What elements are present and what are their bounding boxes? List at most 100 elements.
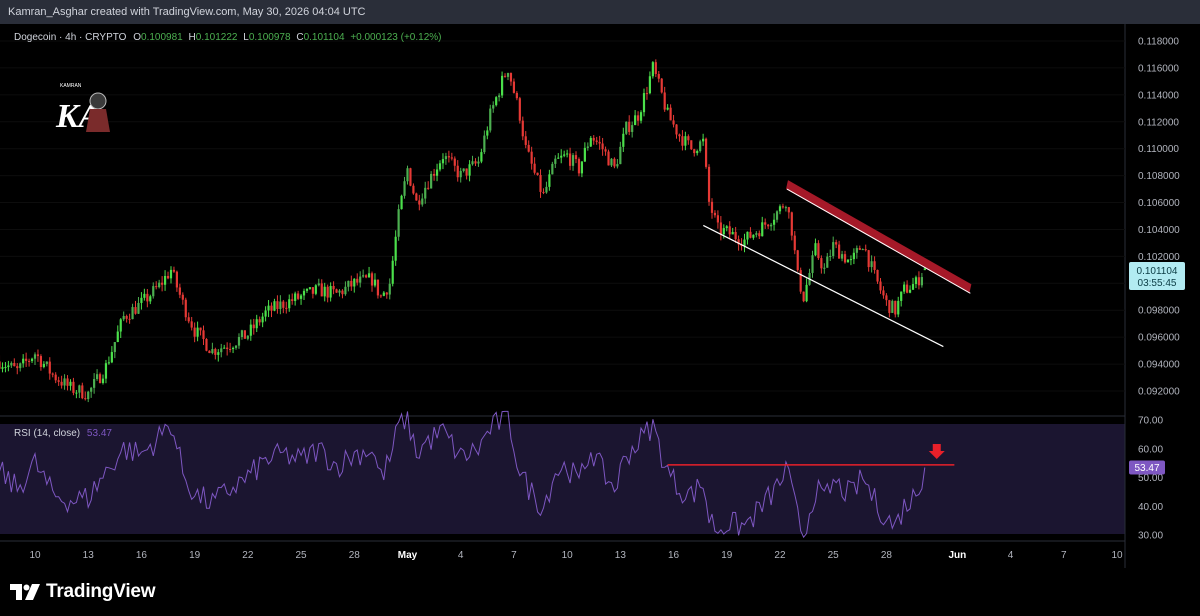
candle-body — [758, 233, 761, 237]
legend-low-value: 0.100978 — [249, 32, 291, 43]
bar-countdown: 03:55:45 — [1138, 278, 1177, 289]
candle-body — [214, 349, 217, 355]
candle-body — [350, 280, 353, 287]
legend-high-value: 0.101222 — [196, 32, 238, 43]
rsi-legend-value: 53.47 — [87, 428, 112, 439]
time-tick-label: 16 — [668, 550, 680, 561]
candle-body — [373, 279, 377, 286]
candle-body — [397, 209, 400, 237]
rsi-value-tag-text: 53.47 — [1134, 463, 1159, 474]
candle-body — [7, 365, 10, 368]
candle-body — [229, 349, 232, 351]
candle-body — [450, 157, 453, 159]
candle-body — [0, 361, 1, 369]
candle-body — [477, 161, 480, 164]
candle-body — [518, 98, 521, 121]
time-tick-label: 10 — [1111, 550, 1123, 561]
candle-body — [855, 248, 858, 253]
price-tick-label: 0.114000 — [1138, 90, 1179, 101]
candle-body — [749, 231, 752, 238]
candle-body — [78, 385, 81, 393]
candle-body — [48, 361, 51, 374]
candle-body — [755, 233, 758, 235]
tradingview-wordmark: TradingView — [46, 581, 156, 602]
candle-body — [432, 173, 436, 176]
candle-body — [113, 342, 116, 353]
candle-body — [353, 278, 356, 287]
candle-body — [826, 256, 829, 268]
candle-body — [240, 330, 244, 338]
candle-body — [134, 307, 137, 314]
candle-body — [276, 301, 279, 309]
rsi-legend-label: RSI (14, close) — [14, 428, 80, 439]
candle-body — [400, 195, 403, 210]
candle-body — [338, 290, 341, 293]
candle-body — [81, 385, 84, 399]
candle-body — [223, 347, 226, 349]
candle-body — [725, 226, 728, 229]
time-tick-label: 7 — [1061, 550, 1067, 561]
candle-body — [923, 268, 926, 271]
candle-body — [435, 169, 439, 176]
candle-body — [169, 269, 173, 279]
rsi-tick-label: 30.00 — [1138, 531, 1163, 542]
candle-body — [187, 317, 190, 322]
candle-body — [344, 286, 347, 295]
candle-body — [920, 277, 923, 286]
candle-body — [57, 380, 60, 382]
candle-body — [152, 286, 155, 297]
candle-body — [329, 285, 332, 298]
candle-body — [873, 261, 876, 270]
candle-body — [616, 164, 619, 167]
candle-body — [391, 260, 394, 284]
time-tick-label: 19 — [721, 550, 733, 561]
candle-body — [539, 175, 542, 192]
time-tick-label: 13 — [615, 550, 627, 561]
candle-body — [796, 250, 799, 271]
candle-body — [512, 81, 516, 93]
candle-body — [155, 286, 158, 288]
candle-body — [861, 249, 864, 251]
candle-body — [297, 293, 300, 299]
candle-body — [261, 316, 264, 323]
logo-character-head — [89, 92, 107, 110]
candle-body — [418, 200, 421, 205]
candle-body — [302, 290, 306, 296]
candle-body — [571, 155, 575, 166]
candle-body — [249, 324, 252, 336]
candle-body — [267, 305, 270, 311]
candle-body — [172, 269, 176, 272]
candle-body — [595, 140, 598, 142]
candle-body — [332, 285, 335, 290]
candle-body — [586, 146, 589, 148]
candle-body — [462, 168, 465, 171]
candle-body — [299, 295, 303, 299]
candle-body — [107, 362, 111, 364]
candle-body — [669, 107, 672, 121]
time-tick-label: 10 — [29, 550, 41, 561]
candle-body — [69, 381, 72, 386]
candle-body — [560, 155, 563, 158]
candle-body — [430, 173, 433, 189]
candle-body — [533, 163, 536, 173]
candle-body — [666, 107, 669, 110]
tradingview-branding[interactable]: TradingView — [10, 581, 156, 603]
legend-high-label: H — [189, 32, 196, 43]
candle-body — [746, 231, 749, 240]
candle-body — [199, 327, 202, 331]
candle-body — [270, 305, 273, 311]
candle-body — [805, 284, 808, 302]
candle-body — [651, 62, 654, 77]
candle-body — [175, 271, 179, 288]
candle-body — [10, 362, 13, 366]
time-tick-label: 25 — [828, 550, 840, 561]
candle-body — [427, 187, 430, 189]
legend-row: Dogecoin · 4h · CRYPTO O0.100981 H0.1012… — [14, 32, 442, 43]
candle-body — [19, 363, 22, 369]
chart-canvas[interactable]: 0.0920000.0940000.0960000.0980000.100000… — [0, 24, 1200, 568]
price-tick-label: 0.098000 — [1138, 306, 1180, 317]
candle-body — [285, 307, 288, 309]
candle-body — [483, 135, 486, 153]
candle-body — [548, 174, 551, 187]
candle-body — [370, 273, 374, 286]
